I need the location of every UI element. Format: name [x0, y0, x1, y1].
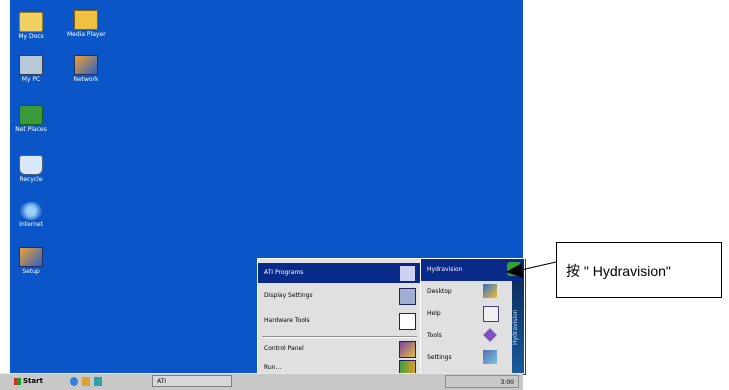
callout-text: 按 " Hydravision" — [566, 263, 671, 279]
callout-arrow — [506, 261, 557, 278]
callout-box: 按 " Hydravision" — [556, 242, 722, 298]
